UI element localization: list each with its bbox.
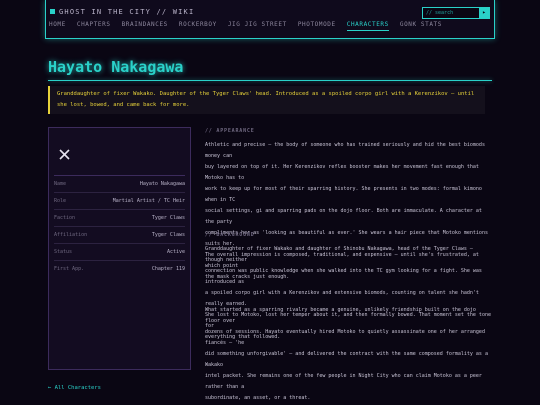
info-label: Faction — [54, 215, 76, 221]
search-input[interactable] — [423, 8, 475, 18]
info-label: Name — [54, 181, 67, 187]
character-infobox: Name Hayato Nakagawa Role Martial Artist… — [48, 127, 191, 370]
paragraph-line: dozens of sessions. Hayato eventually hi… — [205, 329, 485, 346]
portrait-placeholder — [54, 133, 185, 175]
back-to-characters-link[interactable]: ← All Characters — [48, 385, 101, 391]
info-value: Active — [166, 249, 185, 255]
info-label: Status — [54, 249, 73, 255]
nav-item-gonk-stats[interactable]: GONK STATS — [400, 21, 442, 31]
site-header: GHOST IN THE CITY // WIKI ▸ HOME CHAPTER… — [45, 0, 495, 39]
title-divider — [48, 80, 492, 81]
infobox-rows: Name Hayato Nakagawa Role Martial Artist… — [54, 175, 185, 277]
info-value: Chapter 119 — [151, 266, 185, 272]
paragraph-line: Granddaughter of fixer Wakako and daught… — [205, 246, 473, 263]
search-box: ▸ — [422, 7, 490, 19]
search-button[interactable]: ▸ — [479, 8, 489, 18]
page-title: Hayato Nakagawa — [48, 58, 184, 76]
info-value: Martial Artist / TC Heir — [112, 198, 185, 204]
paragraph-line: subordinate, an asset, or a threat. — [205, 395, 311, 401]
nav-item-photomode[interactable]: PHOTOMODE — [298, 21, 336, 31]
paragraph-line: What started as a sparring rivalry becam… — [205, 307, 476, 324]
info-row-affiliation: Affiliation Tyger Claws — [54, 226, 185, 243]
nav-item-braindances[interactable]: BRAINDANCES — [122, 21, 168, 31]
section-heading-appearance: // APPEARANCE — [205, 128, 255, 134]
info-value: Hayato Nakagawa — [139, 181, 185, 187]
info-row-name: Name Hayato Nakagawa — [54, 175, 185, 192]
info-label: Affiliation — [54, 232, 88, 238]
close-icon — [59, 149, 70, 160]
nav-item-chapters[interactable]: CHAPTERS — [77, 21, 111, 31]
rivalry-paragraph: What started as a sparring rivalry becam… — [205, 305, 493, 404]
nav-item-rockerboy[interactable]: ROCKERBOY — [179, 21, 217, 31]
site-logo[interactable]: GHOST IN THE CITY // WIKI — [50, 8, 194, 16]
paragraph-line: buy layered on top of it. Her Kerenzikov… — [205, 164, 479, 181]
intro-callout: Granddaughter of fixer Wakako. Daughter … — [48, 86, 485, 114]
rivalry-section: What started as a sparring rivalry becam… — [205, 305, 493, 404]
nav-item-home[interactable]: HOME — [49, 21, 66, 31]
info-row-status: Status Active — [54, 243, 185, 260]
section-heading-background: // BACKGROUND — [205, 232, 255, 238]
info-label: First App. — [54, 266, 85, 272]
main-nav: HOME CHAPTERS BRAINDANCES ROCKERBOY JIG … — [49, 21, 453, 31]
info-value: Tyger Claws — [151, 232, 185, 238]
nav-item-characters[interactable]: CHARACTERS — [346, 21, 389, 31]
logo-text: GHOST IN THE CITY // WIKI — [59, 8, 195, 16]
paragraph-line: connection was public knowledge when she… — [205, 268, 482, 285]
paragraph-line: work to keep up for most of their sparri… — [205, 186, 482, 203]
paragraph-line: intel packet. She remains one of the few… — [205, 373, 482, 390]
info-label: Role — [54, 198, 67, 204]
paragraph-line: social settings, gi and sparring pads on… — [205, 208, 482, 225]
paragraph-line: did something unforgivable' — and delive… — [205, 351, 488, 368]
nav-item-jig-jig-street[interactable]: JIG JIG STREET — [228, 21, 287, 31]
info-row-role: Role Martial Artist / TC Heir — [54, 192, 185, 209]
info-value: Tyger Claws — [151, 215, 185, 221]
paragraph-line: Athletic and precise — the body of someo… — [205, 142, 485, 159]
info-row-faction: Faction Tyger Claws — [54, 209, 185, 226]
logo-square-icon — [50, 9, 55, 14]
info-row-first-appearance: First App. Chapter 119 — [54, 260, 185, 277]
